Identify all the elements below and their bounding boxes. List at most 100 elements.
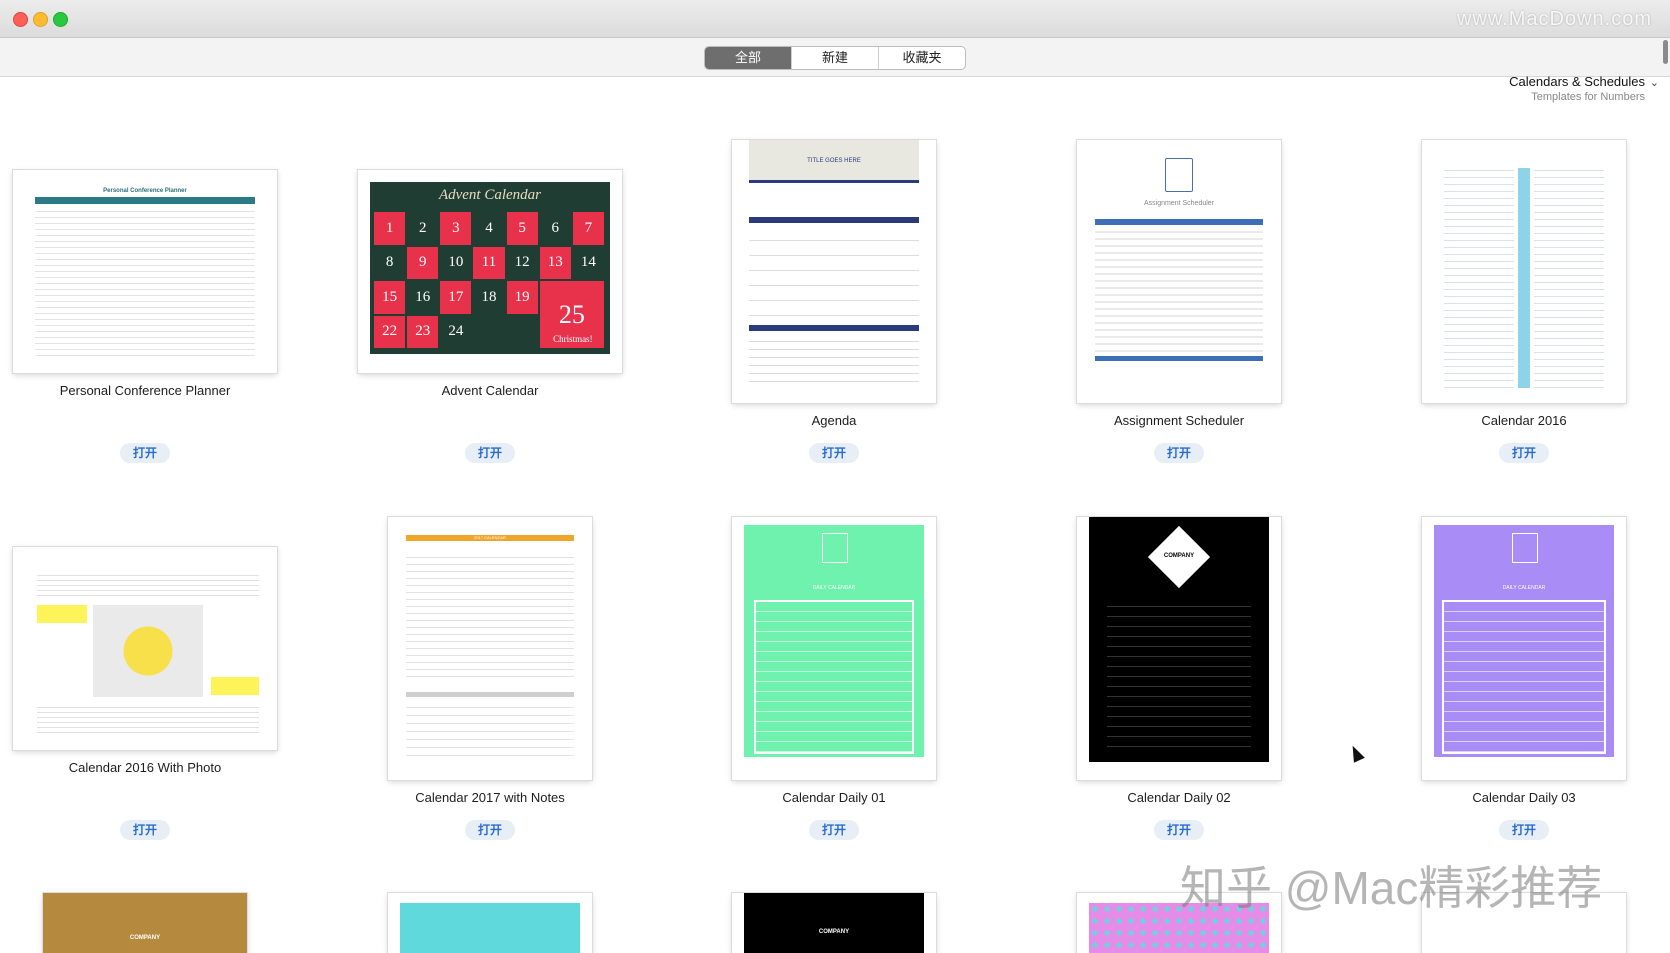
thumb-year-band xyxy=(1518,168,1530,388)
tab-new[interactable]: 新建 xyxy=(792,47,879,69)
advent-day-cell: 17 xyxy=(440,281,472,314)
thumb-title: COMPANY xyxy=(129,935,161,941)
thumb-rule xyxy=(749,180,919,183)
open-button[interactable]: 打开 xyxy=(1154,443,1204,463)
template-name: Calendar 2017 with Notes xyxy=(415,790,565,805)
category-selector[interactable]: Calendars & Schedules ⌄ Templates for Nu… xyxy=(1509,74,1659,103)
thumb-bg: COMPANY xyxy=(744,893,924,953)
open-button[interactable]: 打开 xyxy=(465,443,515,463)
template-thumbnail[interactable]: Assignment Scheduler xyxy=(1077,140,1281,403)
template-name: Calendar 2016 With Photo xyxy=(68,760,222,775)
template-thumbnail[interactable]: Personal Conference Planner xyxy=(13,170,277,373)
thumb-table xyxy=(35,206,255,356)
thumb-title: 2017 CALENDAR xyxy=(406,535,574,541)
thumb-months-right xyxy=(1534,164,1604,389)
advent-day-cell: 12 xyxy=(506,246,538,279)
template-thumbnail[interactable]: COMPANY xyxy=(43,893,247,953)
template-thumbnail[interactable]: Advent Calendar 1 2 3 4 5 6 7 8 9 10 11 12 13 14 15 16 1… xyxy=(358,170,622,373)
template-name: Personal Conference Planner xyxy=(59,383,231,398)
thumb-bg: DAILY CALENDAR xyxy=(744,525,924,757)
template-name: Calendar Daily 02 xyxy=(1127,790,1231,805)
scrollbar[interactable] xyxy=(1663,40,1668,64)
advent-day-cell: 16 xyxy=(407,281,439,314)
template-name: Agenda xyxy=(811,413,857,428)
zoom-window-button[interactable] xyxy=(53,12,68,27)
close-window-button[interactable] xyxy=(13,12,28,27)
advent-day-cell: 5 xyxy=(506,212,538,245)
pencil-icon xyxy=(1165,158,1193,192)
toolbar: 全部 新建 收藏夹 xyxy=(0,38,1670,77)
template-name: Assignment Scheduler xyxy=(1113,413,1245,428)
template-name: Calendar Daily 03 xyxy=(1472,790,1576,805)
advent-day-cell: 13 xyxy=(539,246,571,279)
advent-footer-text: Christmas! xyxy=(553,333,593,344)
tab-favorites[interactable]: 收藏夹 xyxy=(879,47,965,69)
thumb-bg: COMPANY xyxy=(1089,517,1269,762)
thumb-notes xyxy=(749,334,919,386)
template-name: Calendar Daily 01 xyxy=(782,790,886,805)
advent-day-cell: 14 xyxy=(572,246,604,279)
template-thumbnail[interactable]: TITLE GOES HERE xyxy=(732,140,936,403)
template-thumbnail[interactable]: 2017 CALENDAR xyxy=(388,517,592,780)
template-thumbnail[interactable] xyxy=(13,547,277,750)
advent-board: Advent Calendar 1 2 3 4 5 6 7 8 9 10 11 12 13 14 15 16 1… xyxy=(370,182,610,354)
mouse-cursor-icon xyxy=(1347,743,1365,763)
thumb-header-band xyxy=(35,197,255,204)
thumb-bg: DAILY CALENDAR xyxy=(1434,525,1614,757)
thumb-title: Personal Conference Planner xyxy=(103,188,187,194)
thumb-notes xyxy=(406,700,574,760)
category-subtitle: Templates for Numbers xyxy=(1531,91,1645,103)
open-button[interactable]: 打开 xyxy=(120,820,170,840)
thumb-title: COMPANY xyxy=(818,929,850,935)
advent-day-cell: 18 xyxy=(473,281,505,314)
template-thumbnail[interactable] xyxy=(388,893,592,953)
thumb-months-bottom xyxy=(37,703,259,733)
category-title: Calendars & Schedules xyxy=(1509,74,1645,89)
advent-day-cell: 8 xyxy=(374,246,406,279)
advent-day-cell: 4 xyxy=(473,212,505,245)
advent-day-cell: 24 xyxy=(440,315,472,348)
advent-day-cell: 22 xyxy=(374,315,406,348)
thumb-table xyxy=(1095,226,1263,352)
template-thumbnail[interactable]: COMPANY xyxy=(732,893,936,953)
thumb-months-left xyxy=(1444,164,1514,389)
watermark-bottom: 知乎 @Mac精彩推荐 xyxy=(1180,862,1603,914)
template-name: Calendar 2016 xyxy=(1481,413,1567,428)
open-button[interactable]: 打开 xyxy=(465,820,515,840)
thumb-notes-band xyxy=(1095,356,1263,361)
thumb-notes-band xyxy=(406,692,574,697)
open-button[interactable]: 打开 xyxy=(1499,443,1549,463)
thumb-note-yellow xyxy=(211,677,259,695)
thumb-title: DAILY CALENDAR xyxy=(812,585,856,591)
advent-day-cell: 9 xyxy=(407,246,439,279)
advent-grid: 1234567891011121314151617181920212223242… xyxy=(374,212,606,350)
advent-day-cell: 10 xyxy=(440,246,472,279)
open-button[interactable]: 打开 xyxy=(809,820,859,840)
thumb-note-yellow xyxy=(37,605,87,623)
tab-all[interactable]: 全部 xyxy=(705,47,792,69)
logo-icon xyxy=(1512,533,1538,563)
segmented-tabs: 全部 新建 收藏夹 xyxy=(704,46,966,70)
thumb-bg xyxy=(400,903,580,953)
template-thumbnail[interactable]: DAILY CALENDAR xyxy=(1422,517,1626,780)
advent-day-cell: 6 xyxy=(539,212,571,245)
lightbulb-photo xyxy=(93,605,203,697)
thumb-title: Assignment Scheduler xyxy=(1143,200,1215,207)
chevron-down-icon: ⌄ xyxy=(1649,77,1659,89)
open-button[interactable]: 打开 xyxy=(809,443,859,463)
title-bar: www.MacDown.com xyxy=(0,0,1670,38)
advent-day-cell: 2 xyxy=(407,212,439,245)
template-name: Advent Calendar xyxy=(441,383,539,398)
minimize-window-button[interactable] xyxy=(33,12,48,27)
template-thumbnail[interactable]: COMPANY xyxy=(1077,517,1281,780)
thumb-title: TITLE GOES HERE xyxy=(807,158,861,164)
advent-day-cell: 1 xyxy=(374,212,406,245)
open-button[interactable]: 打开 xyxy=(1154,820,1204,840)
template-thumbnail[interactable]: DAILY CALENDAR xyxy=(732,517,936,780)
thumb-schedule xyxy=(754,600,914,754)
watermark-top: www.MacDown.com xyxy=(1456,8,1652,30)
thumb-title: COMPANY xyxy=(1163,553,1195,559)
template-thumbnail[interactable] xyxy=(1422,140,1626,403)
open-button[interactable]: 打开 xyxy=(120,443,170,463)
open-button[interactable]: 打开 xyxy=(1499,820,1549,840)
